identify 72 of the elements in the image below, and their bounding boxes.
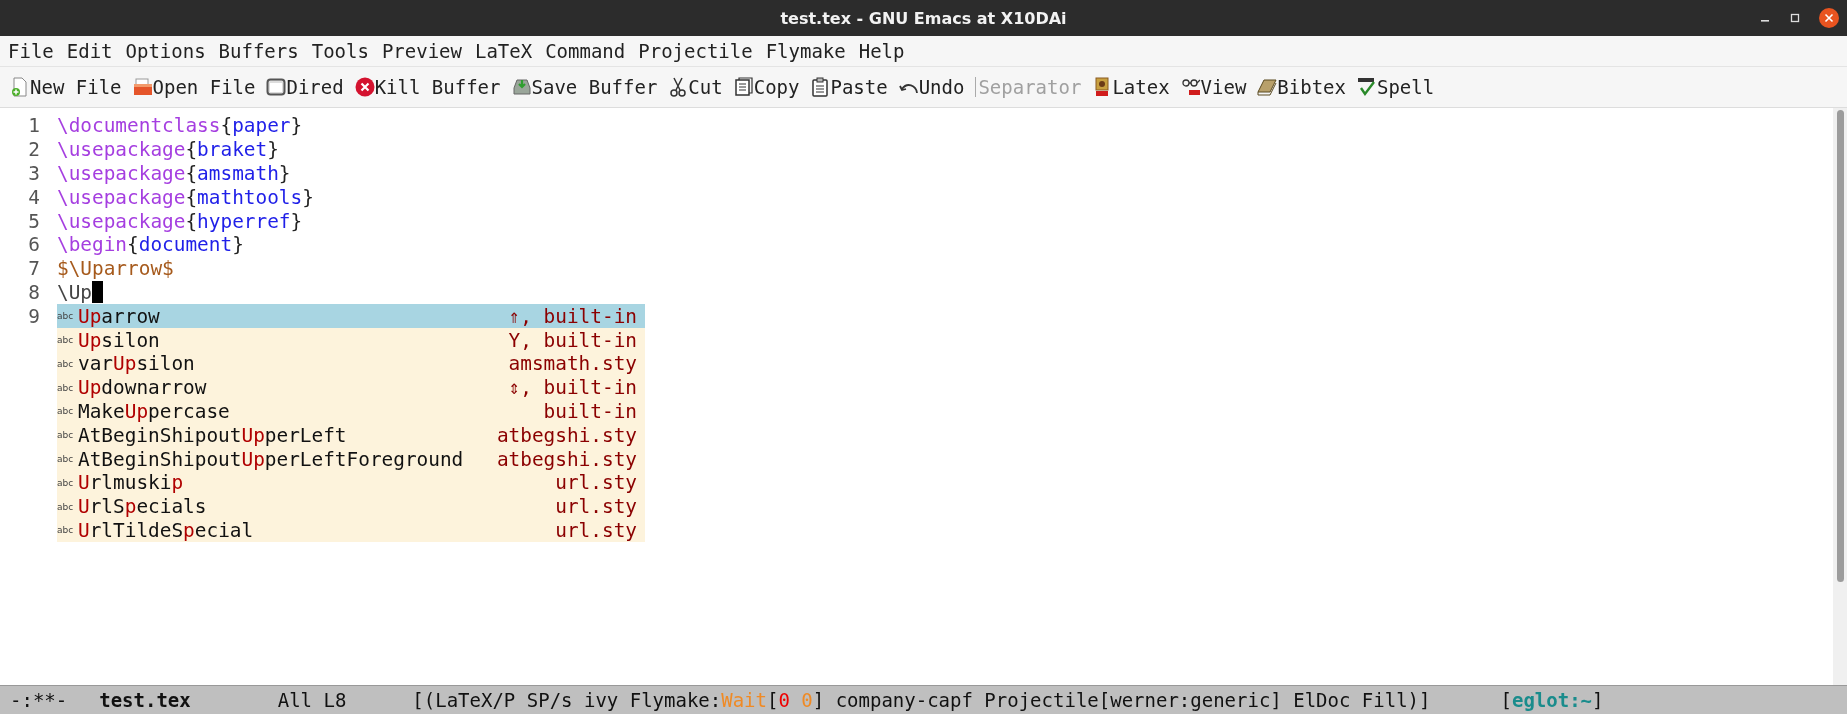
toolbar-button[interactable]: Dired	[266, 76, 344, 98]
menu-item[interactable]: Projectile	[638, 40, 753, 62]
cursor-position: All L8	[277, 689, 347, 711]
menu-item[interactable]: Preview	[381, 40, 462, 62]
completion-item[interactable]: abc AtBeginShipoutUpperLeftForeground atbegshi.sty	[57, 447, 645, 471]
menu-item[interactable]: Options	[125, 40, 206, 62]
toolbar-button[interactable]: Undo	[898, 76, 965, 98]
menu-item[interactable]: File	[8, 40, 54, 62]
mode-line-extra: [eglot:~]	[1500, 689, 1604, 711]
save-icon	[511, 77, 532, 97]
toolbar-button[interactable]: View	[1180, 76, 1247, 98]
code-line: \usepackage{mathtools}	[57, 185, 314, 209]
line-number: 5	[27, 209, 41, 233]
toolbar-button[interactable]: Paste	[810, 76, 888, 98]
clipboard-icon	[810, 77, 831, 97]
line-number: 8	[27, 280, 41, 304]
toolbar-button[interactable]: Copy	[733, 76, 800, 98]
completion-item[interactable]: abc Uparrow ⇑, built-in	[57, 304, 645, 329]
line-number: 4	[27, 185, 41, 209]
completion-item[interactable]: abc Upsilon Υ, built-in	[57, 328, 645, 352]
completion-item[interactable]: abc varUpsilon amsmath.sty	[57, 352, 645, 376]
mode-line-modes: [(LaTeX/P SP/s ivy Flymake:Wait[0 0] company-capf Projectile[werner:generic] ElDoc Fill)]	[412, 689, 1431, 711]
close-circle-icon	[354, 77, 375, 97]
completion-item[interactable]: abc U rlSpecials url.sty	[57, 494, 645, 519]
maximize-icon[interactable]	[1789, 12, 1801, 24]
folder-icon	[132, 77, 153, 97]
code-line: \documentclass{paper}	[57, 114, 303, 138]
window-frame-icon	[266, 77, 287, 97]
menu-item[interactable]: Edit	[66, 40, 113, 62]
completion-item[interactable]: abc U rlmuskip url.sty	[57, 470, 645, 495]
new-file-icon	[10, 77, 30, 97]
close-icon[interactable]	[1819, 8, 1839, 28]
code-line: \usepackage{braket}	[57, 138, 279, 162]
window-title: test.tex - GNU Emacs at X10DAi	[780, 8, 1067, 28]
line-number: 7	[27, 257, 41, 281]
scrollbar-thumb[interactable]	[1836, 110, 1844, 582]
code-line: $\Uparrow$	[57, 257, 174, 281]
scissors-icon	[668, 77, 689, 97]
completion-item[interactable]: abc MakeUppercase built-in	[57, 399, 645, 424]
menu-item[interactable]: Help	[858, 40, 905, 62]
code-line: \usepackage{hyperref}	[57, 209, 303, 233]
code-line: \begin{document}	[57, 233, 244, 257]
code-line: \Up	[57, 280, 93, 304]
buffer-state: -:**-	[10, 689, 68, 711]
toolbar-button[interactable]: Kill Buffer	[354, 76, 501, 98]
buffer-name: test.tex	[99, 689, 191, 711]
toolbar-button[interactable]: Save Buffer	[511, 76, 658, 98]
toolbar-button[interactable]: Bibtex	[1257, 76, 1346, 98]
line-number: 2	[27, 138, 41, 162]
code-line: \usepackage{amsmath}	[57, 162, 291, 185]
line-number: 3	[27, 162, 41, 185]
book-icon	[1257, 77, 1278, 97]
menu-item[interactable]: Flymake	[765, 40, 846, 62]
toolbar-button[interactable]: New File	[10, 76, 122, 98]
line-number: 6	[27, 233, 41, 257]
toolbar-button[interactable]: Cut	[668, 76, 723, 98]
completion-item[interactable]: abc Updownarrow ⇕, built-in	[57, 375, 645, 400]
toolbar-button[interactable]: Spell	[1357, 76, 1435, 98]
completion-item[interactable]: abc U rlTildeSpecial url.sty	[57, 518, 645, 543]
copy-icon	[733, 77, 754, 97]
spell-check-icon	[1357, 77, 1377, 97]
scrollbar[interactable]	[1833, 108, 1847, 685]
menu-item[interactable]: Buffers	[218, 40, 299, 62]
toolbar-button[interactable]: Open File	[132, 76, 256, 98]
menu-item[interactable]: Command	[545, 40, 626, 62]
line-number: 1	[27, 114, 41, 138]
line-number: 9	[27, 304, 41, 328]
glasses-icon	[1180, 77, 1201, 97]
completion-item[interactable]: abc AtBeginShipoutUpperLeft atbegshi.sty	[57, 423, 645, 448]
toolbar-button[interactable]: Latex	[1092, 76, 1170, 98]
menu-item[interactable]: LaTeX	[474, 40, 533, 62]
menu-item[interactable]: Tools	[311, 40, 369, 62]
